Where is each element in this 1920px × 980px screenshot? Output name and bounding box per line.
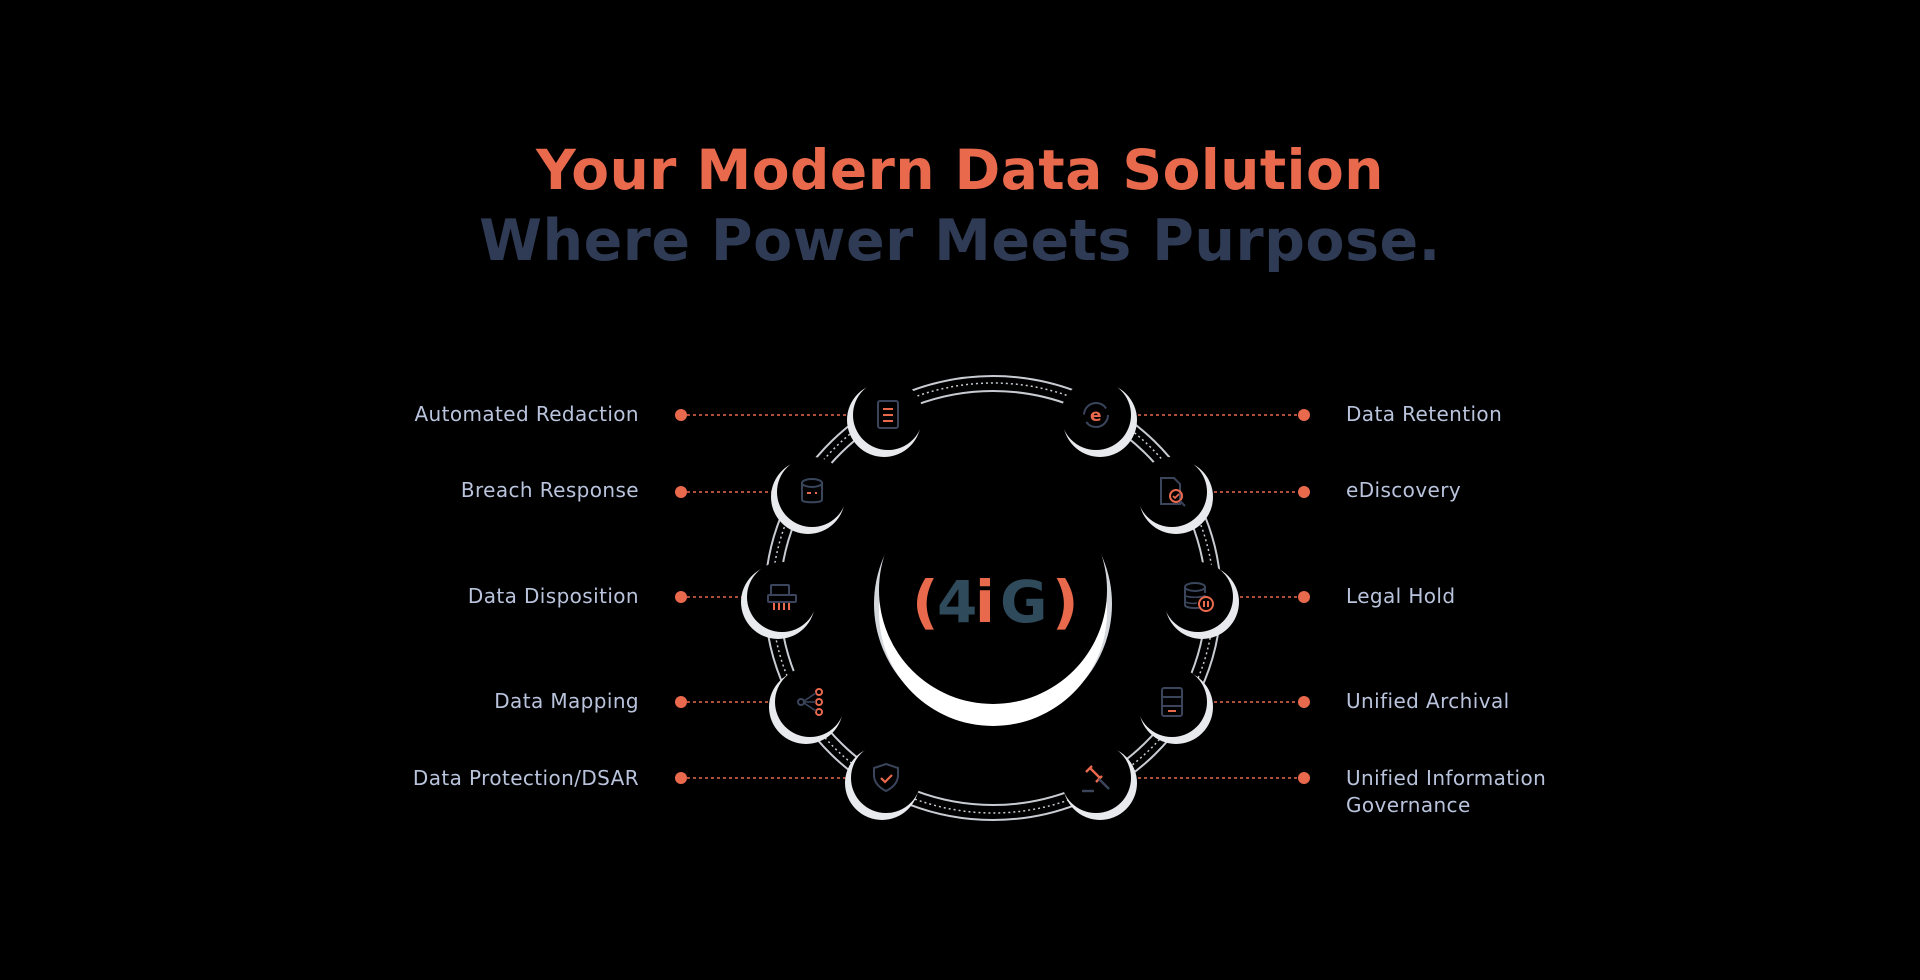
node-shield-check [845,743,921,820]
dot-breach-response [675,486,687,498]
solution-ring-diagram: ( 4 i G ) e [675,375,1310,821]
logo-i: i [975,568,995,636]
node-file-search [1137,457,1213,534]
dot-data-retention [1298,409,1310,421]
dot-data-protection [675,772,687,784]
logo-digit: 4 [937,568,977,636]
dot-unified-archival [1298,696,1310,708]
dot-automated-redaction [675,409,687,421]
logo-paren-open: ( [912,568,939,636]
svg-text:e: e [1090,406,1102,426]
node-document [847,380,923,457]
node-gavel [1061,743,1137,820]
center-logo: ( 4 i G ) [874,476,1112,726]
dot-unified-info-gov [1298,772,1310,784]
node-archive [1137,667,1213,744]
node-shredder [741,562,817,639]
node-database [771,457,847,534]
dot-ediscovery [1298,486,1310,498]
dot-data-mapping [675,696,687,708]
node-database-pause [1163,562,1239,639]
dot-legal-hold [1298,591,1310,603]
logo-paren-close: ) [1052,568,1079,636]
node-e-cycle: e [1061,380,1137,457]
dot-data-disposition [675,591,687,603]
logo-g: G [1000,568,1048,636]
